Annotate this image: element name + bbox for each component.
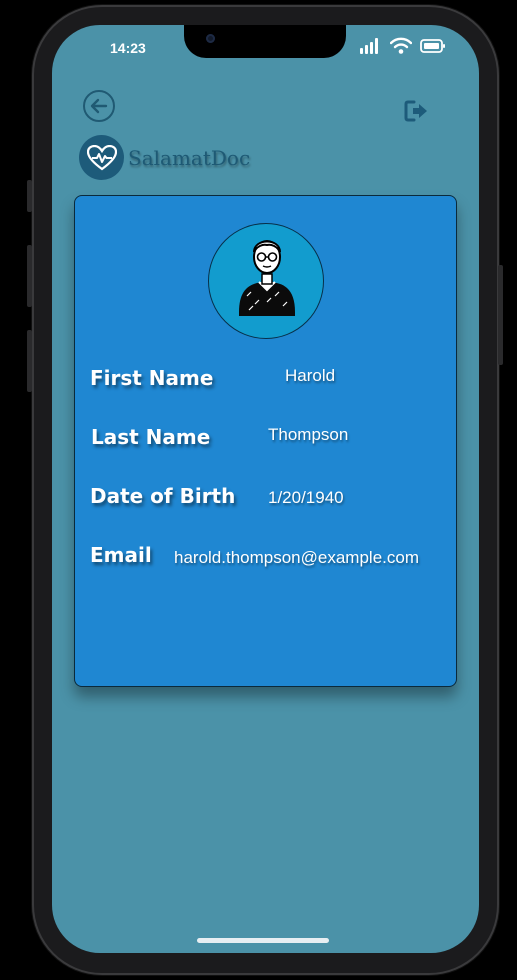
last-name-label: Last Name (91, 425, 211, 449)
status-icons (360, 37, 446, 55)
logout-icon (404, 100, 427, 122)
elderly-man-avatar (239, 240, 295, 316)
heart-pulse-icon (79, 135, 124, 180)
email-value: harold.thompson@example.com (174, 548, 419, 567)
front-camera (206, 34, 215, 43)
battery-icon (420, 39, 445, 53)
arrow-left-icon (90, 98, 108, 114)
notch (184, 25, 346, 58)
home-indicator[interactable] (197, 938, 329, 943)
volume-down-button (27, 330, 32, 392)
date-of-birth-label: Date of Birth (90, 484, 236, 508)
brand-logo: SalamatDoc (79, 135, 250, 180)
logout-button[interactable] (404, 100, 430, 126)
last-name-value: Thompson (268, 425, 349, 444)
avatar (208, 223, 324, 339)
mute-switch (27, 180, 32, 212)
brand-name: SalamatDoc (128, 145, 251, 170)
power-button (498, 265, 503, 365)
status-time: 14:23 (110, 40, 146, 56)
date-of-birth-value: 1/20/1940 (268, 488, 344, 507)
app-screen: 14:23 SalamatDoc First Name Harold Last … (52, 25, 479, 953)
first-name-label: First Name (90, 366, 214, 390)
back-button[interactable] (83, 90, 115, 122)
profile-card: First Name Harold Last Name Thompson Dat… (74, 195, 457, 687)
email-label: Email (90, 543, 152, 567)
first-name-value: Harold (285, 366, 336, 385)
volume-up-button (27, 245, 32, 307)
signal-icon (360, 38, 378, 54)
wifi-icon (390, 37, 412, 54)
